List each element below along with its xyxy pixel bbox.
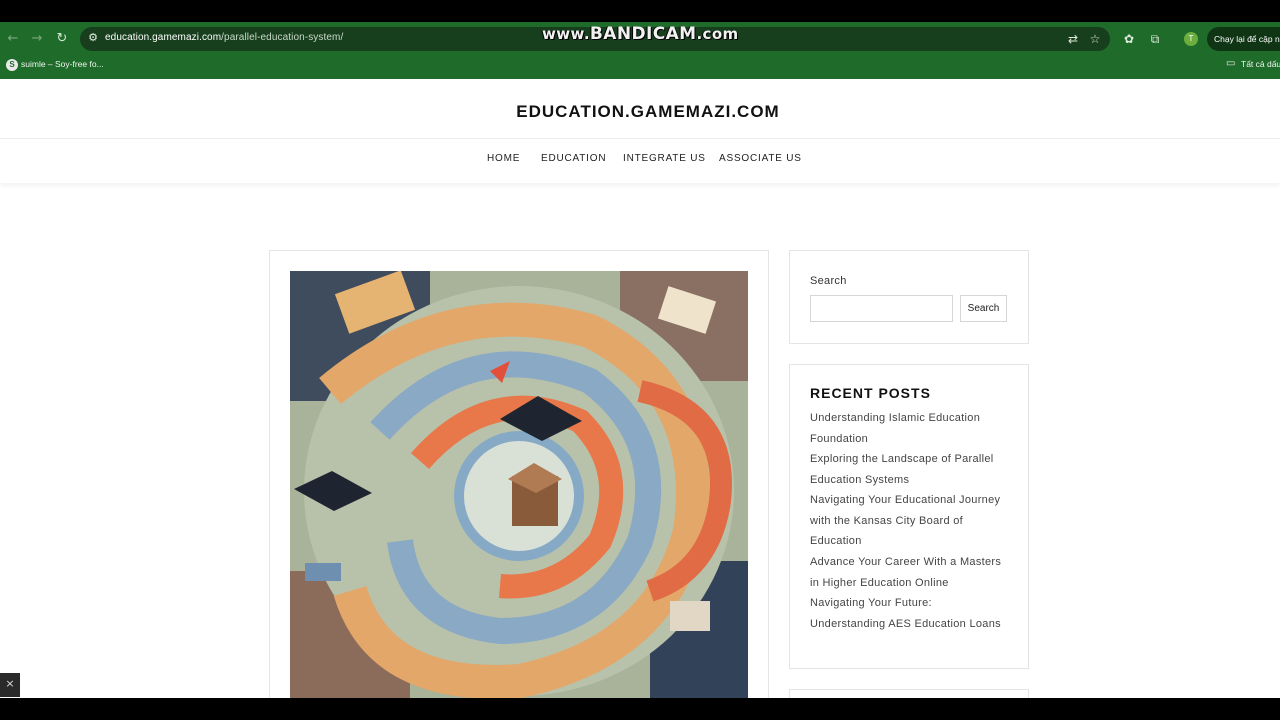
next-widget <box>789 689 1029 698</box>
recent-post-link[interactable]: Navigating Your Future: Understanding AE… <box>810 593 1010 634</box>
web-page: EDUCATION.GAMEMAZI.COM HOME EDUCATION IN… <box>0 79 1280 698</box>
search-button[interactable]: Search <box>960 295 1007 322</box>
folder-icon: ▭ <box>1226 58 1236 69</box>
recent-post-link[interactable]: Advance Your Career With a Masters in Hi… <box>810 552 1010 593</box>
close-icon[interactable]: × <box>0 673 20 697</box>
reload-icon[interactable]: ↻ <box>53 30 71 48</box>
bookmark-item[interactable]: suimle – Soy-free fo... <box>21 59 104 69</box>
bookmark-favicon-icon: S <box>6 59 18 71</box>
nav-item-home[interactable]: HOME <box>487 153 520 164</box>
featured-image <box>290 271 748 698</box>
translate-icon[interactable]: ⇄ <box>1064 30 1082 48</box>
profile-avatar[interactable]: T <box>1184 32 1198 46</box>
extension-icon[interactable]: ✿ <box>1120 30 1138 48</box>
recent-post-link[interactable]: Exploring the Landscape of Parallel Educ… <box>810 449 1010 490</box>
url-host: education.gamemazi.com <box>105 32 222 43</box>
search-label: Search <box>810 275 847 287</box>
nav-item-associate-us[interactable]: ASSOCIATE US <box>719 153 802 164</box>
url-path: /parallel-education-system/ <box>221 32 344 43</box>
forward-icon[interactable]: → <box>28 30 46 48</box>
watermark-main: BANDICAM <box>589 24 697 44</box>
letterbox-top <box>0 0 1280 22</box>
extensions-puzzle-icon[interactable]: ⧉ <box>1146 30 1164 48</box>
site-title[interactable]: EDUCATION.GAMEMAZI.COM <box>0 102 1280 122</box>
watermark-suffix: .com <box>696 25 739 43</box>
recent-posts-heading: RECENT POSTS <box>810 385 931 401</box>
watermark-prefix: www. <box>542 25 590 43</box>
nav-item-integrate-us[interactable]: INTEGRATE US <box>623 153 706 164</box>
search-input[interactable] <box>810 295 953 322</box>
site-info-icon[interactable]: ⚙ <box>86 31 100 45</box>
recent-post-link[interactable]: Navigating Your Educational Journey with… <box>810 490 1010 552</box>
letterbox-bottom <box>0 698 1280 720</box>
url-text[interactable]: education.gamemazi.com/parallel-educatio… <box>105 32 343 43</box>
bandicam-watermark: www.BANDICAM.com <box>542 24 739 44</box>
all-bookmarks-link[interactable]: Tất cả dấu <box>1241 59 1280 69</box>
screen-frame: ← → ↻ ⚙ education.gamemazi.com/parallel-… <box>0 0 1280 720</box>
nav-item-education[interactable]: EDUCATION <box>541 153 606 164</box>
recent-post-link[interactable]: Understanding Islamic Education Foundati… <box>810 408 1010 449</box>
back-icon[interactable]: ← <box>4 30 22 48</box>
bookmark-star-icon[interactable]: ☆ <box>1086 30 1104 48</box>
bookmarks-bar <box>0 54 1280 79</box>
relaunch-update-button[interactable]: Chạy lại để cập nh <box>1207 27 1280 51</box>
